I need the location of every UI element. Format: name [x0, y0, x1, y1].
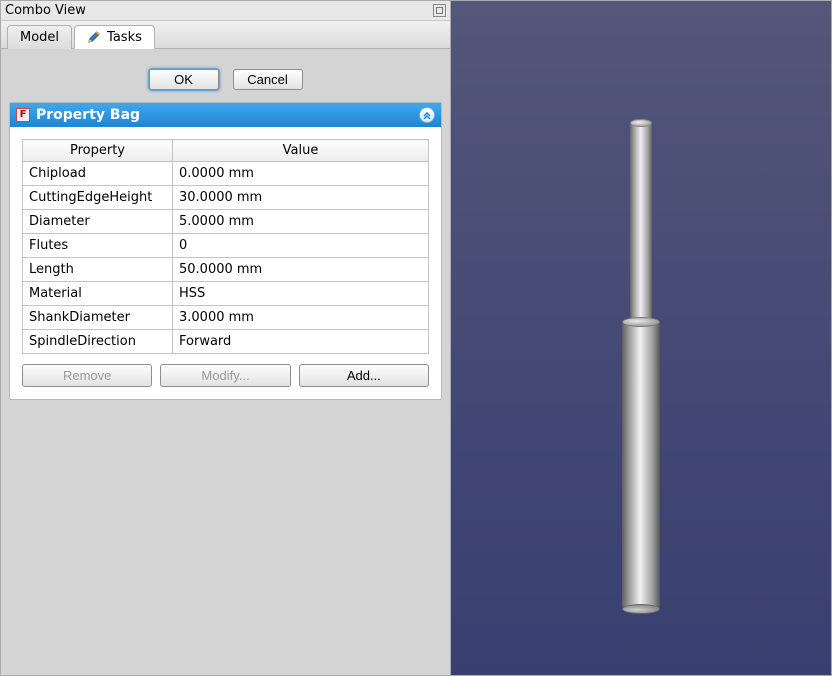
table-row[interactable]: Diameter 5.0000 mm: [23, 210, 429, 234]
prop-value[interactable]: 50.0000 mm: [173, 258, 429, 282]
combo-view-pane: Combo View Model Tasks OK Cancel: [1, 1, 451, 675]
freecad-icon: F: [16, 108, 30, 122]
property-table: Property Value Chipload 0.0000 mm Cuttin…: [22, 139, 429, 354]
tab-model-label: Model: [20, 30, 59, 45]
table-row[interactable]: Material HSS: [23, 282, 429, 306]
prop-value[interactable]: Forward: [173, 330, 429, 354]
tool-body: [622, 321, 660, 611]
table-row[interactable]: Chipload 0.0000 mm: [23, 162, 429, 186]
dialog-button-row: OK Cancel: [9, 57, 442, 102]
tab-model[interactable]: Model: [7, 25, 72, 49]
panel-body: Property Value Chipload 0.0000 mm Cuttin…: [10, 127, 441, 399]
prop-name: Flutes: [23, 234, 173, 258]
table-row[interactable]: ShankDiameter 3.0000 mm: [23, 306, 429, 330]
prop-name: CuttingEdgeHeight: [23, 186, 173, 210]
tasks-content: OK Cancel F Property Bag P: [1, 49, 450, 675]
prop-value[interactable]: 30.0000 mm: [173, 186, 429, 210]
table-row[interactable]: CuttingEdgeHeight 30.0000 mm: [23, 186, 429, 210]
property-bag-panel: F Property Bag Property Value: [9, 102, 442, 400]
prop-name: Chipload: [23, 162, 173, 186]
modify-button[interactable]: Modify...: [160, 364, 290, 387]
prop-name: ShankDiameter: [23, 306, 173, 330]
collapse-icon[interactable]: [419, 107, 435, 123]
panel-title: Property Bag: [36, 107, 140, 123]
prop-value[interactable]: 3.0000 mm: [173, 306, 429, 330]
tab-tasks-label: Tasks: [107, 30, 142, 45]
title-text: Combo View: [5, 3, 86, 18]
table-row[interactable]: SpindleDirection Forward: [23, 330, 429, 354]
header-value[interactable]: Value: [173, 140, 429, 162]
3d-viewport[interactable]: [451, 1, 831, 675]
table-row[interactable]: Length 50.0000 mm: [23, 258, 429, 282]
add-button[interactable]: Add...: [299, 364, 429, 387]
tab-tasks[interactable]: Tasks: [74, 25, 155, 49]
cancel-button[interactable]: Cancel: [233, 69, 303, 90]
tool-model: [622, 121, 660, 611]
prop-name: SpindleDirection: [23, 330, 173, 354]
property-button-row: Remove Modify... Add...: [22, 364, 429, 387]
prop-name: Diameter: [23, 210, 173, 234]
prop-value[interactable]: HSS: [173, 282, 429, 306]
remove-button[interactable]: Remove: [22, 364, 152, 387]
undock-icon[interactable]: [433, 4, 446, 17]
prop-name: Length: [23, 258, 173, 282]
prop-value[interactable]: 5.0000 mm: [173, 210, 429, 234]
prop-value[interactable]: 0.0000 mm: [173, 162, 429, 186]
prop-name: Material: [23, 282, 173, 306]
tab-bar: Model Tasks: [1, 21, 450, 49]
prop-value[interactable]: 0: [173, 234, 429, 258]
panel-header[interactable]: F Property Bag: [10, 103, 441, 127]
pencil-icon: [87, 30, 101, 44]
titlebar: Combo View: [1, 1, 450, 21]
ok-button[interactable]: OK: [149, 69, 219, 90]
tool-shank: [630, 121, 652, 321]
header-property[interactable]: Property: [23, 140, 173, 162]
table-row[interactable]: Flutes 0: [23, 234, 429, 258]
